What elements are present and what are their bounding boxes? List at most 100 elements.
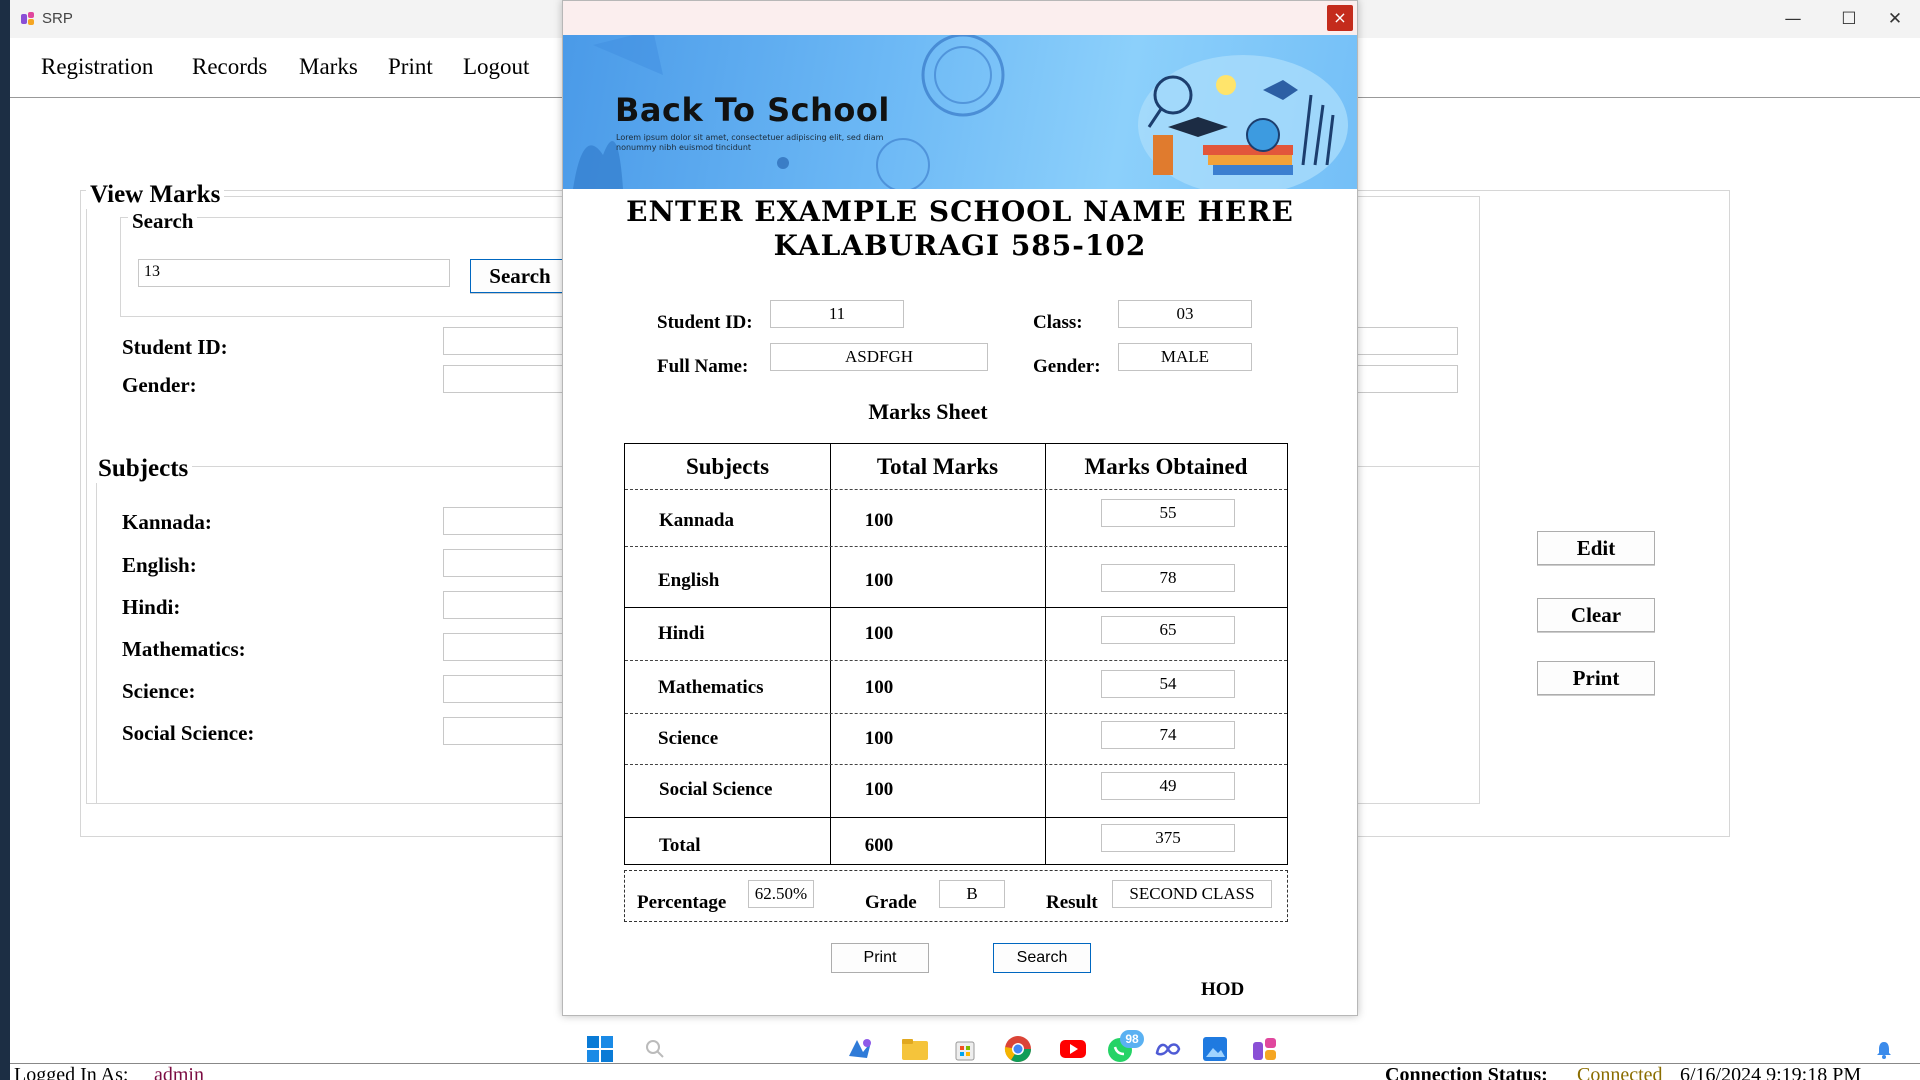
notification-bell-icon[interactable] [1875, 1040, 1893, 1060]
window-title: SRP [42, 10, 73, 27]
view-marks-legend: View Marks [86, 181, 225, 209]
file-explorer-icon[interactable] [900, 1034, 930, 1064]
kannada-label: Kannada: [122, 510, 212, 534]
obtained-cell: 55 [1101, 499, 1235, 527]
marks-report-dialog: × Back To School Lorem ipsum dolor sit a… [562, 0, 1358, 1016]
hindi-field[interactable] [443, 591, 563, 619]
social-science-label: Social Science: [122, 721, 255, 745]
result-label: Result [1046, 892, 1098, 913]
student-id-field[interactable] [443, 327, 563, 355]
search-icon[interactable] [640, 1034, 670, 1064]
banner-title: Back To School [615, 91, 890, 129]
store-icon[interactable] [950, 1034, 980, 1064]
gender-label: Gender: [1033, 356, 1101, 377]
science-label: Science: [122, 679, 196, 703]
menu-logout[interactable]: Logout [463, 54, 529, 80]
dialog-print-button[interactable]: Print [831, 943, 929, 973]
datetime: 6/16/2024 9:19:18 PM [1680, 1064, 1862, 1080]
maximize-button[interactable]: ☐ [1826, 4, 1872, 34]
marks-sheet-title: Marks Sheet [563, 399, 1357, 425]
menu-registration[interactable]: Registration [41, 54, 153, 80]
whatsapp-badge: 98 [1120, 1030, 1144, 1048]
print-button[interactable]: Print [1537, 661, 1655, 695]
connection-status-value: Connected [1577, 1064, 1663, 1080]
result-value: SECOND CLASS [1112, 880, 1272, 908]
menu-records[interactable]: Records [192, 54, 267, 80]
total-cell: 100 [864, 510, 894, 531]
full-name-label: Full Name: [657, 356, 749, 377]
science-field[interactable] [443, 675, 563, 703]
clear-button[interactable]: Clear [1537, 598, 1655, 632]
total-row-label: Total [659, 835, 701, 856]
subject-cell: Hindi [658, 623, 705, 644]
connection-status-label: Connection Status: [1385, 1064, 1548, 1080]
table-column-divider [830, 444, 831, 864]
subjects-legend: Subjects [94, 455, 193, 483]
table-row-divider [625, 660, 1287, 661]
subject-cell: Social Science [659, 779, 773, 800]
gender-value: MALE [1118, 343, 1252, 371]
chrome-icon[interactable] [1003, 1034, 1033, 1064]
hindi-label: Hindi: [122, 595, 181, 619]
menu-print[interactable]: Print [388, 54, 433, 80]
english-field[interactable] [443, 549, 563, 577]
grade-label: Grade [865, 892, 917, 913]
table-row-divider [625, 546, 1287, 547]
total-cell: 100 [864, 728, 894, 749]
obtained-cell: 74 [1101, 721, 1235, 749]
menu-marks[interactable]: Marks [299, 54, 358, 80]
table-column-divider [1045, 444, 1046, 864]
student-id-label: Student ID: [657, 312, 753, 333]
full-name-value: ASDFGH [770, 343, 988, 371]
student-id-value: 11 [770, 300, 904, 328]
table-row-divider [625, 607, 1287, 608]
table-row-divider [625, 817, 1287, 818]
photos-icon[interactable] [1200, 1034, 1230, 1064]
logged-in-user: admin [154, 1064, 204, 1080]
subject-cell: Mathematics [658, 677, 764, 698]
mathematics-field[interactable] [443, 633, 563, 661]
status-bar: Logged In As: admin Connection Status: C… [10, 1063, 1920, 1080]
class-field[interactable] [1356, 365, 1458, 393]
youtube-icon[interactable] [1058, 1034, 1088, 1064]
percentage-value: 62.50% [748, 880, 814, 908]
total-cell: 100 [864, 677, 894, 698]
social-science-field[interactable] [443, 717, 563, 745]
gender-field[interactable] [443, 365, 563, 393]
subject-cell: Kannada [659, 510, 734, 531]
meta-icon[interactable] [1153, 1034, 1183, 1064]
windows-start-icon[interactable] [585, 1034, 615, 1064]
student-id-label: Student ID: [122, 335, 228, 359]
subject-cell: English [658, 570, 720, 591]
copilot-icon[interactable] [845, 1034, 875, 1064]
obtained-cell: 78 [1101, 564, 1235, 592]
edit-button[interactable]: Edit [1537, 531, 1655, 565]
desktop-edge [0, 0, 10, 1080]
close-window-button[interactable]: ✕ [1872, 4, 1918, 34]
kannada-field[interactable] [443, 507, 563, 535]
english-label: English: [122, 553, 197, 577]
obtained-cell: 54 [1101, 670, 1235, 698]
search-button[interactable]: Search [470, 259, 570, 293]
close-icon[interactable]: × [1327, 5, 1353, 31]
dialog-search-button[interactable]: Search [993, 943, 1091, 973]
result-summary: Percentage 62.50% Grade B Result SECOND … [624, 870, 1288, 922]
logged-in-label: Logged In As: [14, 1064, 129, 1080]
gender-label: Gender: [122, 373, 197, 397]
table-row-divider [625, 489, 1287, 490]
student-name-field[interactable] [1356, 327, 1458, 355]
grand-total-cell: 600 [864, 835, 894, 856]
obtained-cell: 65 [1101, 616, 1235, 644]
banner-subtitle: Lorem ipsum dolor sit amet, consectetuer… [616, 133, 884, 152]
mathematics-label: Mathematics: [122, 637, 246, 661]
minimize-button[interactable]: — [1770, 4, 1816, 34]
srp-app-icon[interactable] [1250, 1034, 1280, 1064]
header-subjects: Subjects [685, 454, 770, 479]
total-cell: 100 [864, 623, 894, 644]
table-row-divider [625, 764, 1287, 765]
grade-value: B [939, 880, 1005, 908]
total-cell: 100 [864, 570, 894, 591]
back-to-school-banner: Back To School Lorem ipsum dolor sit ame… [563, 35, 1357, 189]
header-marks-obtained: Marks Obtained [1084, 454, 1248, 479]
search-input[interactable]: 13 [138, 259, 450, 287]
